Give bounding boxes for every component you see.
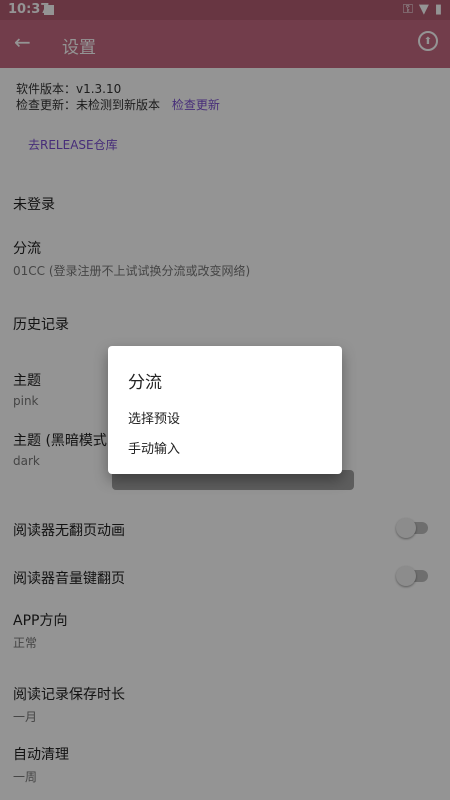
split-dialog: 分流 选择预设 手动输入 <box>108 346 342 474</box>
dialog-option-manual[interactable]: 手动输入 <box>128 438 180 457</box>
dialog-title: 分流 <box>128 373 162 393</box>
dialog-option-preset[interactable]: 选择预设 <box>128 408 180 427</box>
